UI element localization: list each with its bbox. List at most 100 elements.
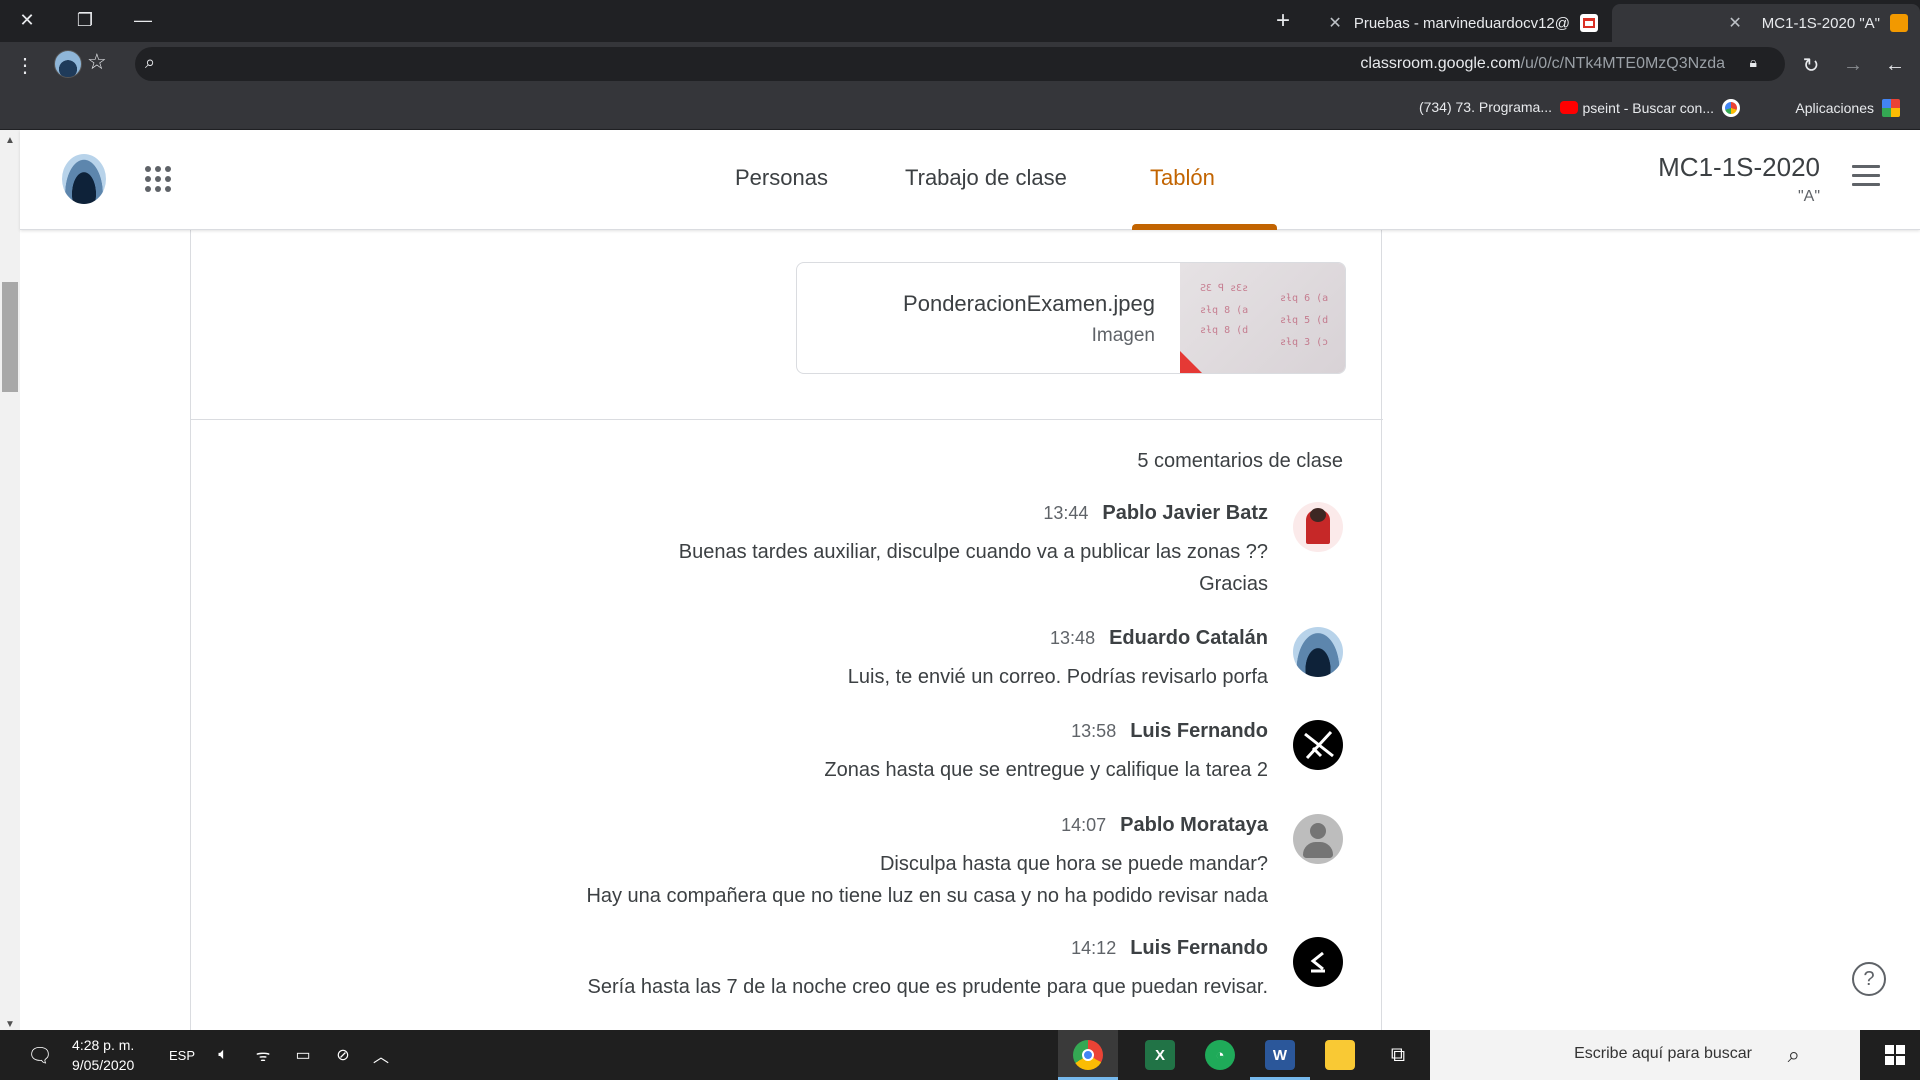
tab-stream[interactable]: Tablón [1150, 165, 1215, 191]
comment-time: 13:44 [1043, 503, 1089, 523]
search-placeholder: Escribe aquí para buscar [1574, 1045, 1752, 1062]
code-icon [1310, 951, 1325, 973]
comment-author: Luis Fernando [1130, 720, 1268, 742]
commenter-avatar [1293, 937, 1343, 987]
active-tab-indicator [1132, 224, 1277, 230]
post-card: ƧƐ ꟼ ƨƐƨ ƨƚq 8 (a ƨƚq 8 (d ƨƚq 6 (a ƨƚq … [190, 200, 1383, 1040]
clock-date: 9/05/2020 [72, 1057, 135, 1073]
comment-line: Buenas tardes auxiliar, disculpe cuando … [678, 541, 1268, 563]
battery-icon[interactable]: ▭ [288, 1030, 318, 1080]
tab-close-icon[interactable]: ✕ [1728, 13, 1741, 33]
tab-gmail[interactable]: Pruebas - marvineduardocv12@ ✕ [1310, 4, 1610, 42]
chrome-icon [1073, 1040, 1103, 1070]
start-button[interactable] [1870, 1030, 1920, 1080]
comment-time: 13:58 [1071, 721, 1117, 741]
tab-close-icon[interactable]: ✕ [1328, 13, 1341, 33]
comment-text: Sería hasta las 7 de la noche creo que e… [588, 971, 1268, 1003]
default-avatar-icon [1293, 814, 1343, 864]
tray-chevron-icon[interactable]: ︿ [366, 1030, 396, 1080]
comments-header[interactable]: 5 comentarios de clase [1137, 450, 1343, 473]
bookmark-pseint[interactable]: pseint - Buscar con... [1582, 99, 1740, 117]
gmail-icon [1580, 14, 1598, 32]
tab-classwork[interactable]: Trabajo de clase [905, 165, 1067, 191]
comment-text: Buenas tardes auxiliar, disculpe cuando … [679, 536, 1268, 600]
help-icon[interactable]: ? [1852, 962, 1886, 996]
class-title[interactable]: MC1-1S-2020 [1658, 152, 1820, 183]
window-close-icon[interactable]: ✕ [4, 0, 50, 40]
profile-avatar[interactable] [54, 50, 82, 78]
commenter-avatar [1293, 502, 1343, 552]
bookmark-label: (734) 73. Programa... [1418, 99, 1552, 115]
image-type-icon [1180, 351, 1204, 373]
comment-header: Eduardo Catalán 13:48 [1050, 627, 1268, 650]
comment-author: Pablo Javier Batz [1102, 502, 1268, 524]
taskbar-chrome[interactable] [1058, 1030, 1118, 1080]
menu-dots-icon[interactable]: ⋮ [10, 50, 40, 80]
comment-author: Eduardo Catalán [1109, 627, 1268, 649]
comment-line: Hay una compañera que no tiene luz en su… [586, 885, 1268, 907]
back-icon[interactable]: ← [1880, 50, 1910, 80]
comment-author: Luis Fernando [1130, 937, 1268, 959]
folder-icon [1325, 1040, 1355, 1070]
bookmark-label: pseint - Buscar con... [1582, 100, 1714, 116]
lock-icon: 🔒︎ [1749, 54, 1757, 70]
bookmark-apps[interactable]: Aplicaciones [1795, 99, 1900, 117]
attachment-name: PonderacionExamen.jpeg [903, 291, 1155, 316]
scroll-up-icon[interactable]: ▲ [5, 135, 15, 146]
comment-text: Zonas hasta que se entregue y califique … [824, 754, 1268, 786]
taskbar-app-green[interactable]: ◔ [1190, 1030, 1250, 1080]
comment-author: Pablo Morataya [1120, 814, 1268, 836]
google-apps-icon[interactable] [145, 166, 171, 192]
forward-icon[interactable]: → [1838, 50, 1868, 80]
taskbar-clock[interactable]: 4:28 p. m. 9/05/2020 [72, 1035, 134, 1075]
language-indicator[interactable]: ESP [162, 1030, 202, 1080]
divider [191, 419, 1383, 420]
comment-time: 13:48 [1050, 628, 1096, 648]
comment-text: Disculpa hasta que hora se puede mandar?… [586, 848, 1268, 912]
page-scrollbar[interactable]: ▲ ▼ [0, 130, 20, 1030]
zoom-icon[interactable]: ⌕ [145, 52, 155, 73]
address-bar[interactable]: ⌕ ☆ classroom.google.com/u/0/c/NTk4MTE0M… [87, 47, 1785, 81]
account-avatar[interactable] [62, 154, 106, 204]
comment-header: Luis Fernando 13:58 [1071, 720, 1268, 743]
scroll-down-icon[interactable]: ▼ [5, 1019, 15, 1030]
commenter-avatar [1293, 627, 1343, 677]
windows-icon [1885, 1045, 1905, 1065]
word-icon: W [1265, 1040, 1295, 1070]
class-section: "A" [1797, 188, 1820, 205]
tab-title: MC1-1S-2020 "A" [1761, 14, 1880, 32]
window-restore-icon[interactable]: ❐ [62, 0, 108, 40]
comment-text: Luis, te envié un correo. Podrías revisa… [848, 661, 1268, 693]
attachment-card[interactable]: ƧƐ ꟼ ƨƐƨ ƨƚq 8 (a ƨƚq 8 (d ƨƚq 6 (a ƨƚq … [796, 262, 1346, 374]
taskbar-word[interactable]: W [1250, 1030, 1310, 1080]
tray-network-off-icon[interactable]: ⊘ [328, 1030, 358, 1080]
paper-plane-icon [1304, 730, 1334, 760]
comment-header: Pablo Javier Batz 13:44 [1043, 502, 1268, 525]
search-icon: ⌕ [1787, 1042, 1800, 1067]
task-view-icon[interactable]: ⧉ [1370, 1030, 1426, 1080]
tab-classroom[interactable]: MC1-1S-2020 "A" ✕ [1612, 4, 1920, 42]
comment-line: Disculpa hasta que hora se puede mandar? [879, 853, 1268, 875]
comment-time: 14:07 [1061, 815, 1107, 835]
windows-taskbar: ⌕ Escribe aquí para buscar ⧉ W ◔ X ︿ ⊘ ▭… [0, 1030, 1920, 1080]
comment-line: Sería hasta las 7 de la noche creo que e… [587, 976, 1268, 998]
tab-people[interactable]: Personas [735, 165, 828, 191]
taskbar-search[interactable]: ⌕ Escribe aquí para buscar [1430, 1030, 1860, 1080]
scrollbar-thumb[interactable] [2, 282, 18, 392]
notifications-icon[interactable]: 🗨︎ [20, 1030, 60, 1080]
main-menu-icon[interactable] [1852, 165, 1880, 187]
youtube-icon [1560, 100, 1578, 114]
chat-icon: ◔ [1205, 1040, 1235, 1070]
window-minimize-icon[interactable]: — [120, 0, 166, 40]
bookmark-star-icon[interactable]: ☆ [87, 49, 107, 75]
comment-line: Zonas hasta que se entregue y califique … [824, 759, 1268, 781]
wifi-icon[interactable]: ᯤ [248, 1030, 278, 1080]
bookmark-youtube[interactable]: (734) 73. Programa... [1419, 99, 1578, 115]
reload-icon[interactable]: ↻ [1796, 50, 1826, 80]
new-tab-icon[interactable]: + [1268, 6, 1298, 36]
volume-icon[interactable]: 🔈︎ [208, 1030, 238, 1080]
taskbar-file-explorer[interactable] [1310, 1030, 1370, 1080]
bookmark-label: Aplicaciones [1795, 100, 1874, 116]
clock-time: 4:28 p. m. [72, 1037, 135, 1053]
taskbar-excel[interactable]: X [1130, 1030, 1190, 1080]
